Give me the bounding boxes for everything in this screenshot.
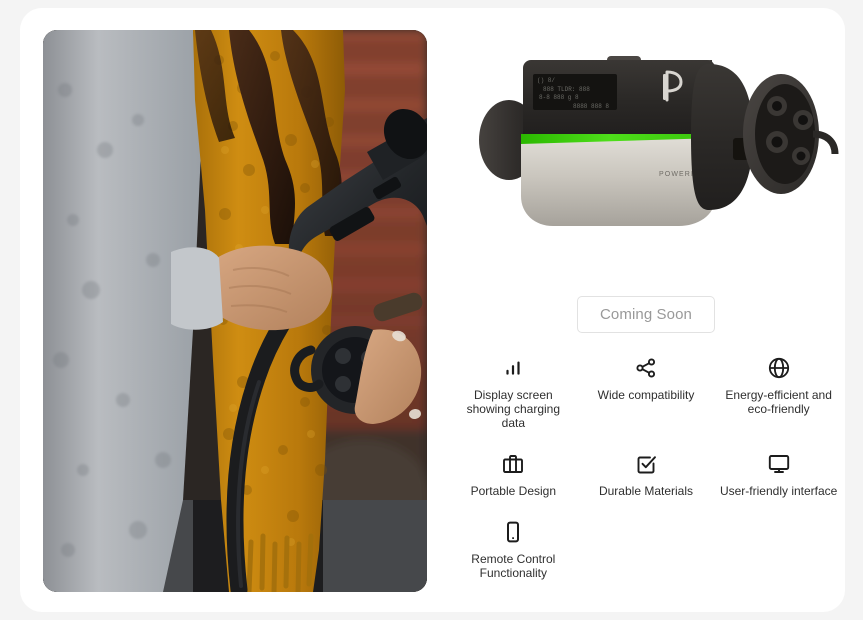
monitor-icon <box>767 450 791 476</box>
feature-grid: Display screen showing charging data Wid… <box>447 346 845 580</box>
share-nodes-icon <box>634 354 658 380</box>
product-hero-image: () 8/ 888 TLDR: 888 8-8 888 g 8 8888 888… <box>447 30 845 252</box>
feature-remote-control: Remote Control Functionality <box>447 510 580 580</box>
page-root: () 8/ 888 TLDR: 888 8-8 888 g 8 8888 888… <box>0 0 863 620</box>
check-square-icon <box>634 450 658 476</box>
svg-text:() 8/: () 8/ <box>537 77 555 84</box>
feature-energy-efficient: Energy-efficient and eco-friendly <box>712 346 845 430</box>
coming-soon-button[interactable]: Coming Soon <box>577 296 715 333</box>
lifestyle-photo <box>43 30 427 592</box>
briefcase-icon <box>501 450 525 476</box>
feature-portable-design: Portable Design <box>447 442 580 498</box>
feature-label: Portable Design <box>470 484 557 498</box>
product-card: () 8/ 888 TLDR: 888 8-8 888 g 8 8888 888… <box>20 8 845 612</box>
feature-wide-compatibility: Wide compatibility <box>580 346 713 430</box>
lifestyle-photo-illustration <box>43 30 427 592</box>
bar-chart-icon <box>502 354 524 380</box>
mobile-phone-icon <box>501 518 525 544</box>
feature-label: Wide compatibility <box>597 388 695 402</box>
feature-label: User-friendly interface <box>719 484 838 498</box>
feature-label: Durable Materials <box>598 484 694 498</box>
globe-icon <box>767 354 791 380</box>
cta-row: Coming Soon <box>447 296 845 333</box>
powerpod-device-illustration: () 8/ 888 TLDR: 888 8-8 888 g 8 8888 888… <box>479 56 839 226</box>
svg-text:8888 888 8: 8888 888 8 <box>573 103 609 110</box>
feature-label: Remote Control Functionality <box>471 552 556 580</box>
feature-label: Energy-efficient and eco-friendly <box>725 388 832 416</box>
photo-frame <box>43 30 427 592</box>
svg-text:8-8 888 g 8: 8-8 888 g 8 <box>539 94 579 101</box>
feature-display-screen: Display screen showing charging data <box>447 346 580 430</box>
feature-label: Display screen showing charging data <box>466 388 561 430</box>
feature-user-friendly-interface: User-friendly interface <box>712 442 845 498</box>
detail-pane: () 8/ 888 TLDR: 888 8-8 888 g 8 8888 888… <box>447 30 845 592</box>
svg-text:888 TLDR: 888: 888 TLDR: 888 <box>543 86 590 93</box>
feature-durable-materials: Durable Materials <box>580 442 713 498</box>
